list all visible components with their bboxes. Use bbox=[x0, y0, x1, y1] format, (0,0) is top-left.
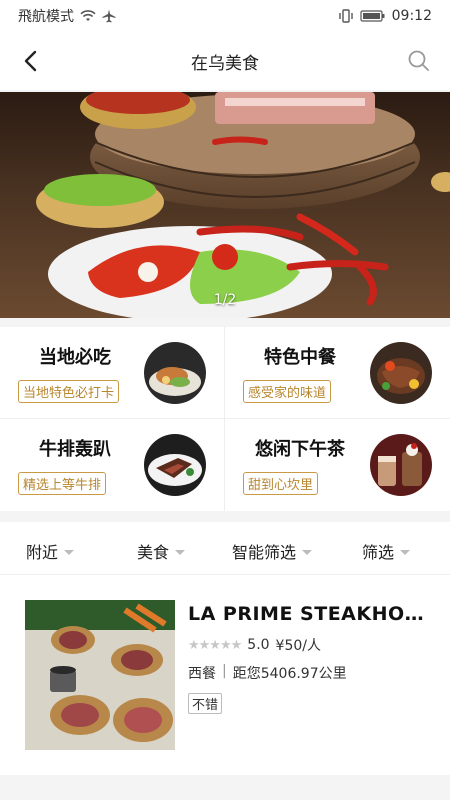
carrier-label: 飛航模式 bbox=[18, 9, 74, 25]
filter-label: 美食 bbox=[137, 543, 170, 562]
category-steak-party[interactable]: 牛排轰趴 精选上等牛排 bbox=[0, 419, 225, 511]
page-title: 在乌美食 bbox=[191, 53, 259, 74]
search-icon[interactable] bbox=[406, 48, 432, 74]
caret-down-icon bbox=[175, 549, 186, 555]
category-image bbox=[144, 342, 206, 404]
category-image bbox=[370, 434, 432, 496]
filter-label: 附近 bbox=[26, 543, 59, 562]
restaurant-tag: 不错 bbox=[188, 693, 223, 714]
category-tag: 感受家的味道 bbox=[243, 380, 332, 403]
rating-row: ★★★★★ 5.0 ¥50/人 bbox=[188, 635, 321, 655]
restaurant-list: LA PRIME STEAKHOUS... ★★★★★ 5.0 ¥50/人 西餐… bbox=[0, 575, 450, 775]
category-local-must-eat[interactable]: 当地必吃 当地特色必打卡 bbox=[0, 327, 225, 419]
filter-nearby[interactable]: 附近 bbox=[26, 539, 75, 563]
meta-row: 西餐 | 距您5406.97公里 bbox=[188, 663, 347, 683]
filter-smart-sort[interactable]: 智能筛选 bbox=[232, 539, 313, 563]
list-bottom-gap bbox=[0, 775, 450, 800]
category-tag: 精选上等牛排 bbox=[18, 472, 107, 495]
status-right: 09:12 bbox=[338, 8, 432, 24]
category-image bbox=[370, 342, 432, 404]
category-title: 悠闲下午茶 bbox=[255, 439, 345, 460]
filter-cuisine[interactable]: 美食 bbox=[137, 539, 186, 563]
restaurant-name: LA PRIME STEAKHOUS... bbox=[188, 603, 428, 625]
caret-down-icon bbox=[302, 549, 313, 555]
category-grid: 当地必吃 当地特色必打卡 特色中餐 感受家的味道 牛排轰趴 精选上等牛排 悠闲下… bbox=[0, 327, 450, 511]
battery-icon bbox=[360, 10, 385, 22]
category-tag: 当地特色必打卡 bbox=[18, 380, 120, 403]
airplane-icon bbox=[102, 9, 116, 23]
vibrate-icon bbox=[338, 9, 353, 23]
filter-label: 筛选 bbox=[362, 543, 395, 562]
star-rating-icon: ★★★★★ bbox=[188, 637, 242, 653]
category-chinese-food[interactable]: 特色中餐 感受家的味道 bbox=[225, 327, 450, 419]
distance: 距您5406.97公里 bbox=[232, 666, 347, 682]
banner-image bbox=[36, 92, 450, 318]
cuisine-type: 西餐 bbox=[188, 666, 216, 682]
carousel-indicator: 1/2 bbox=[213, 292, 237, 308]
rating-value: 5.0 bbox=[247, 637, 270, 653]
category-tag: 甜到心坎里 bbox=[243, 472, 319, 495]
caret-down-icon bbox=[400, 549, 411, 555]
status-bar: 飛航模式 09:12 bbox=[0, 0, 450, 32]
wifi-icon bbox=[80, 10, 96, 21]
nav-bar: 在乌美食 bbox=[0, 32, 450, 90]
caret-down-icon bbox=[64, 549, 75, 555]
restaurant-image bbox=[25, 600, 175, 750]
filter-bar: 附近 美食 智能筛选 筛选 bbox=[0, 522, 450, 575]
banner-carousel[interactable]: 1/2 bbox=[0, 92, 450, 318]
back-arrow-icon[interactable] bbox=[18, 48, 44, 74]
category-title: 特色中餐 bbox=[264, 347, 336, 368]
category-title: 当地必吃 bbox=[39, 347, 111, 368]
clock: 09:12 bbox=[391, 8, 432, 24]
category-afternoon-tea[interactable]: 悠闲下午茶 甜到心坎里 bbox=[225, 419, 450, 511]
filter-label: 智能筛选 bbox=[232, 543, 297, 562]
status-left: 飛航模式 bbox=[18, 6, 116, 26]
price-per-person: ¥50/人 bbox=[275, 638, 321, 654]
category-title: 牛排轰趴 bbox=[39, 439, 111, 460]
separator: | bbox=[222, 663, 227, 679]
filter-more[interactable]: 筛选 bbox=[362, 539, 411, 563]
category-image bbox=[144, 434, 206, 496]
restaurant-card[interactable]: LA PRIME STEAKHOUS... ★★★★★ 5.0 ¥50/人 西餐… bbox=[0, 575, 450, 775]
